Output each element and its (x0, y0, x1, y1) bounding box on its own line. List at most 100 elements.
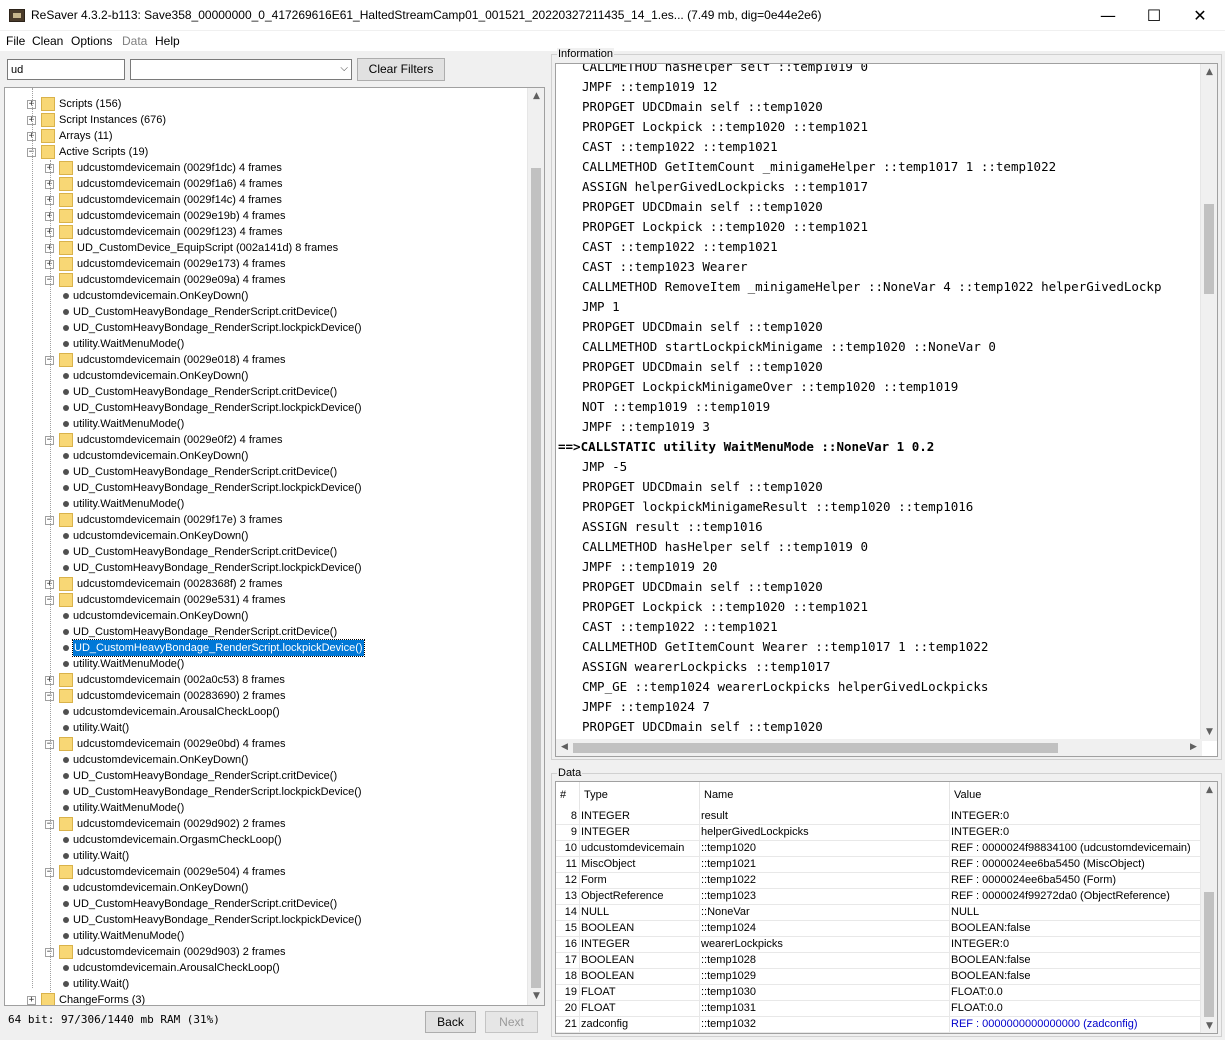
tree-node[interactable]: − udcustomdevicemain (0029e09a) 4 frames (5, 272, 525, 288)
tree-frame[interactable]: UD_CustomHeavyBondage_RenderScript.lockp… (5, 784, 525, 800)
tree-node[interactable]: − udcustomdevicemain (0029e018) 4 frames (5, 352, 525, 368)
menu-file[interactable]: File (6, 34, 25, 48)
tree-frame[interactable]: utility.WaitMenuMode() (5, 656, 525, 672)
tree-frame[interactable]: UD_CustomHeavyBondage_RenderScript.lockp… (5, 912, 525, 928)
tree-frame[interactable]: utility.WaitMenuMode() (5, 928, 525, 944)
tree-node[interactable]: + udcustomdevicemain (0029f1a6) 4 frames (5, 176, 525, 192)
back-button[interactable]: Back (425, 1011, 476, 1033)
tree-node[interactable]: + ChangeForms (3) (5, 992, 525, 1005)
tree-frame[interactable]: UD_CustomHeavyBondage_RenderScript.critD… (5, 384, 525, 400)
table-row[interactable]: 15 BOOLEAN::temp1024 BOOLEAN:false (556, 921, 1202, 937)
information-pane[interactable]: CALLMETHOD hasHelper self ::temp1019 0 JM… (555, 63, 1218, 757)
tree-frame[interactable]: udcustomdevicemain.OnKeyDown() (5, 288, 525, 304)
table-row[interactable]: 9 INTEGER helperGivedLockpicks INTEGER:0 (556, 825, 1202, 841)
tree-frame[interactable]: UD_CustomHeavyBondage_RenderScript.lockp… (5, 560, 525, 576)
tree-node[interactable]: − udcustomdevicemain (0029e531) 4 frames (5, 592, 525, 608)
table-row[interactable]: 12 Form::temp1022 REF : 0000024ee6ba5450 (… (556, 873, 1202, 889)
scroll-left-icon[interactable]: ◀ (556, 739, 573, 756)
tree-frame[interactable]: utility.Wait() (5, 976, 525, 992)
tree-node[interactable]: + udcustomdevicemain (0029f1dc) 4 frames (5, 160, 525, 176)
menu-help[interactable]: Help (155, 34, 180, 48)
scroll-up-icon[interactable]: ▲ (1201, 64, 1217, 81)
tree-node[interactable]: − udcustomdevicemain (0029e0bd) 4 frames (5, 736, 525, 752)
tree-frame[interactable]: utility.WaitMenuMode() (5, 800, 525, 816)
scroll-up-icon[interactable]: ▲ (1201, 782, 1217, 799)
data-vertical-scrollbar[interactable]: ▲ ▼ (1200, 782, 1217, 1033)
column-header-name[interactable]: Name (700, 782, 950, 809)
tree-node[interactable]: − Active Scripts (19) (5, 144, 525, 160)
table-row[interactable]: 21 zadconfig::temp1032 REF : 0000000000000… (556, 1017, 1202, 1033)
close-button[interactable]: ✕ (1177, 0, 1223, 31)
maximize-button[interactable]: ☐ (1131, 0, 1177, 31)
minimize-button[interactable]: — (1085, 0, 1131, 31)
tree-frame[interactable]: UD_CustomHeavyBondage_RenderScript.critD… (5, 896, 525, 912)
info-hscroll-thumb[interactable] (573, 743, 1058, 753)
scroll-right-icon[interactable]: ▶ (1185, 739, 1202, 756)
tree-node[interactable]: − udcustomdevicemain (0029f17e) 3 frames (5, 512, 525, 528)
tree-frame[interactable]: utility.Wait() (5, 720, 525, 736)
menu-data[interactable]: Data (122, 34, 147, 48)
tree-node[interactable]: + udcustomdevicemain (002a0c53) 8 frames (5, 672, 525, 688)
tree-node[interactable]: + udcustomdevicemain (0029f123) 4 frames (5, 224, 525, 240)
table-row[interactable]: 8 INTEGER result INTEGER:0 (556, 809, 1202, 825)
info-scroll-thumb[interactable] (1204, 204, 1214, 294)
filter-input[interactable] (7, 59, 125, 80)
tree-frame[interactable]: udcustomdevicemain.OnKeyDown() (5, 448, 525, 464)
table-row[interactable]: 18 BOOLEAN::temp1029 BOOLEAN:false (556, 969, 1202, 985)
tree-frame[interactable]: UD_CustomHeavyBondage_RenderScript.critD… (5, 304, 525, 320)
tree-frame[interactable]: udcustomdevicemain.ArousalCheckLoop() (5, 704, 525, 720)
save-tree[interactable]: + Scripts (156) + Script Instances (676) + Ar… (4, 87, 545, 1006)
tree-node[interactable]: − udcustomdevicemain (0029e0f2) 4 frames (5, 432, 525, 448)
data-table[interactable]: # Type Name Value 8 INTEGER result INTEGER:… (555, 781, 1218, 1034)
info-vertical-scrollbar[interactable]: ▲ ▼ (1200, 64, 1217, 741)
table-row[interactable]: 11 MiscObject::temp1021 REF : 0000024ee6ba… (556, 857, 1202, 873)
expand-icon[interactable]: + (27, 996, 36, 1005)
scroll-down-icon[interactable]: ▼ (1201, 724, 1217, 741)
column-header-number[interactable]: # (556, 782, 580, 809)
tree-frame[interactable]: udcustomdevicemain.OnKeyDown() (5, 368, 525, 384)
tree-frame[interactable]: UD_CustomHeavyBondage_RenderScript.lockp… (5, 480, 525, 496)
table-row[interactable]: 14 NULL::NoneVar NULL (556, 905, 1202, 921)
table-row[interactable]: 13 ObjectReference::temp1023 REF : 0000024… (556, 889, 1202, 905)
tree-node[interactable]: + udcustomdevicemain (0029f14c) 4 frames (5, 192, 525, 208)
column-header-value[interactable]: Value (950, 782, 1202, 809)
tree-frame[interactable]: UD_CustomHeavyBondage_RenderScript.critD… (5, 544, 525, 560)
table-row[interactable]: 17 BOOLEAN::temp1028 BOOLEAN:false (556, 953, 1202, 969)
scroll-up-icon[interactable]: ▲ (528, 88, 544, 105)
tree-frame[interactable]: UD_CustomHeavyBondage_RenderScript.lockp… (5, 320, 525, 336)
tree-node[interactable]: + udcustomdevicemain (0029e19b) 4 frames (5, 208, 525, 224)
tree-node[interactable]: + Script Instances (676) (5, 112, 525, 128)
tree-vertical-scrollbar[interactable]: ▲ ▼ (527, 88, 544, 1005)
table-row[interactable]: 16 INTEGER wearerLockpicks INTEGER:0 (556, 937, 1202, 953)
tree-node[interactable]: + Arrays (11) (5, 128, 525, 144)
tree-frame[interactable]: UD_CustomHeavyBondage_RenderScript.critD… (5, 624, 525, 640)
tree-frame[interactable]: udcustomdevicemain.OnKeyDown() (5, 752, 525, 768)
table-row[interactable]: 20 FLOAT::temp1031 FLOAT:0.0 (556, 1001, 1202, 1017)
tree-node[interactable]: − udcustomdevicemain (0029d903) 2 frames (5, 944, 525, 960)
tree-frame[interactable]: utility.WaitMenuMode() (5, 416, 525, 432)
scroll-down-icon[interactable]: ▼ (1201, 1018, 1217, 1033)
tree-frame[interactable]: udcustomdevicemain.ArousalCheckLoop() (5, 960, 525, 976)
tree-frame[interactable]: udcustomdevicemain.OnKeyDown() (5, 608, 525, 624)
tree-node[interactable]: + Scripts (156) (5, 96, 525, 112)
tree-node[interactable]: + udcustomdevicemain (0028368f) 2 frames (5, 576, 525, 592)
tree-node[interactable]: − udcustomdevicemain (0029e504) 4 frames (5, 864, 525, 880)
clear-filters-button[interactable]: Clear Filters (357, 58, 445, 81)
tree-frame[interactable]: UD_CustomHeavyBondage_RenderScript.lockp… (5, 400, 525, 416)
tree-scroll-thumb[interactable] (531, 168, 541, 988)
tree-frame[interactable]: udcustomdevicemain.OrgasmCheckLoop() (5, 832, 525, 848)
column-header-type[interactable]: Type (580, 782, 700, 809)
tree-node[interactable]: + UD_CustomDevice_EquipScript (002a141d) … (5, 240, 525, 256)
tree-frame[interactable]: utility.WaitMenuMode() (5, 336, 525, 352)
menu-options[interactable]: Options (71, 34, 112, 48)
data-scroll-thumb[interactable] (1204, 892, 1214, 1017)
info-horizontal-scrollbar[interactable]: ◀ ▶ (556, 739, 1202, 756)
tree-node[interactable]: + udcustomdevicemain (0029e173) 4 frames (5, 256, 525, 272)
table-row[interactable]: 10 udcustomdevicemain::temp1020 REF : 0000… (556, 841, 1202, 857)
menu-clean[interactable]: Clean (32, 34, 63, 48)
tree-frame[interactable]: UD_CustomHeavyBondage_RenderScript.critD… (5, 464, 525, 480)
scroll-down-icon[interactable]: ▼ (528, 988, 544, 1005)
tree-frame[interactable]: utility.Wait() (5, 848, 525, 864)
tree-frame[interactable]: UD_CustomHeavyBondage_RenderScript.lockp… (5, 639, 525, 657)
tree-frame[interactable]: utility.WaitMenuMode() (5, 496, 525, 512)
